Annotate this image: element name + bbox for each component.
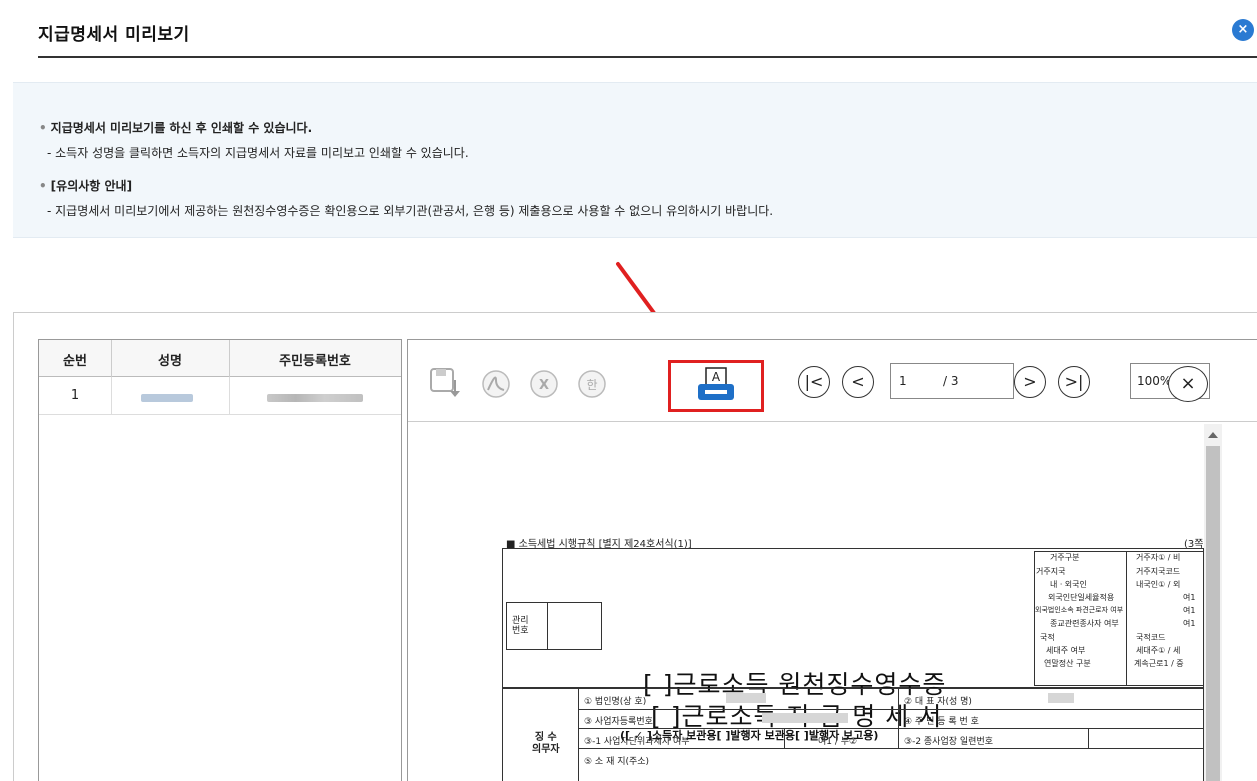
notice-main: • 지급명세서 미리보기를 하신 후 인쇄할 수 있습니다. xyxy=(39,121,313,135)
excel-icon[interactable]: X xyxy=(528,368,562,402)
form-branch-no: ③-2 종사업장 일련번호 xyxy=(904,737,994,747)
form-company-name: ① 법인명(상 호) xyxy=(584,697,647,707)
list-header: 순번 성명 주민등록번호 xyxy=(39,340,401,377)
notice-caution-title: • [유의사항 안내] xyxy=(39,179,133,193)
form-address: ⑤ 소 재 지(주소) xyxy=(584,757,650,767)
close-viewer-button[interactable]: × xyxy=(1168,366,1208,402)
document-preview: ■ 소득세법 시행규칙 [별지 제24호서식(1)] (3쪽 관리 번호 [ ]… xyxy=(408,422,1257,781)
notice-caution-text: - 지급명세서 미리보기에서 제공하는 원천징수영수증은 확인용으로 외부기관(… xyxy=(47,204,774,218)
scroll-up-icon[interactable] xyxy=(1208,432,1218,438)
viewer-toolbar: X 한 A |< < 1 / 3 > >| 100% × xyxy=(408,340,1257,422)
recipient-name-link[interactable] xyxy=(141,394,193,402)
prev-page-button[interactable]: < xyxy=(842,366,874,398)
svg-text:X: X xyxy=(539,378,549,393)
header-no: 순번 xyxy=(63,354,87,369)
last-page-button[interactable]: >| xyxy=(1058,366,1090,398)
report-viewer: X 한 A |< < 1 / 3 > >| 100% × ■ 소득세법 시행규칙… xyxy=(407,339,1257,781)
row-no: 1 xyxy=(70,388,80,403)
svg-text:한: 한 xyxy=(586,378,597,392)
header-name: 성명 xyxy=(158,354,182,369)
pdf-icon[interactable] xyxy=(480,368,514,402)
recipient-list: 순번 성명 주민등록번호 1 xyxy=(38,339,402,781)
form-unit-tax-value: 여1 / 부② xyxy=(818,737,858,747)
form-business-no: ③ 사업자등록번호 xyxy=(584,717,653,727)
header-resident-no: 주민등록번호 xyxy=(279,354,351,369)
page-title: 지급명세서 미리보기 xyxy=(38,25,190,45)
header-divider xyxy=(38,56,1257,58)
hwp-icon[interactable]: 한 xyxy=(576,368,610,402)
form-resident-no: ④ 주 민 등 록 번 호 xyxy=(904,717,979,727)
close-icon[interactable]: × xyxy=(1232,19,1254,41)
save-icon[interactable] xyxy=(428,366,462,400)
form-mgmt-label: 관리 번호 xyxy=(512,616,529,636)
recipient-resident-no xyxy=(267,394,363,402)
svg-text:A: A xyxy=(712,370,721,384)
notice-sub: - 소득자 성명을 클릭하면 소득자의 지급명세서 자료를 미리보고 인쇄할 수… xyxy=(47,146,469,160)
next-page-button[interactable]: > xyxy=(1014,366,1046,398)
page-number-field[interactable]: 1 / 3 xyxy=(890,363,1014,399)
dialog-header: 지급명세서 미리보기 × xyxy=(0,0,1257,58)
vertical-scrollbar[interactable] xyxy=(1204,424,1222,781)
form-withholder-label: 징 수 의무자 xyxy=(532,732,560,755)
form-unit-tax: ③-1 사업자단위과세자 여부 xyxy=(584,737,690,747)
notice-box: • 지급명세서 미리보기를 하신 후 인쇄할 수 있습니다. - 소득자 성명을 … xyxy=(13,82,1257,238)
list-item[interactable]: 1 xyxy=(39,377,401,415)
scroll-thumb[interactable] xyxy=(1206,446,1220,781)
print-icon[interactable]: A xyxy=(695,365,737,407)
form-representative: ② 대 표 자(성 명) xyxy=(904,697,972,707)
first-page-button[interactable]: |< xyxy=(798,366,830,398)
